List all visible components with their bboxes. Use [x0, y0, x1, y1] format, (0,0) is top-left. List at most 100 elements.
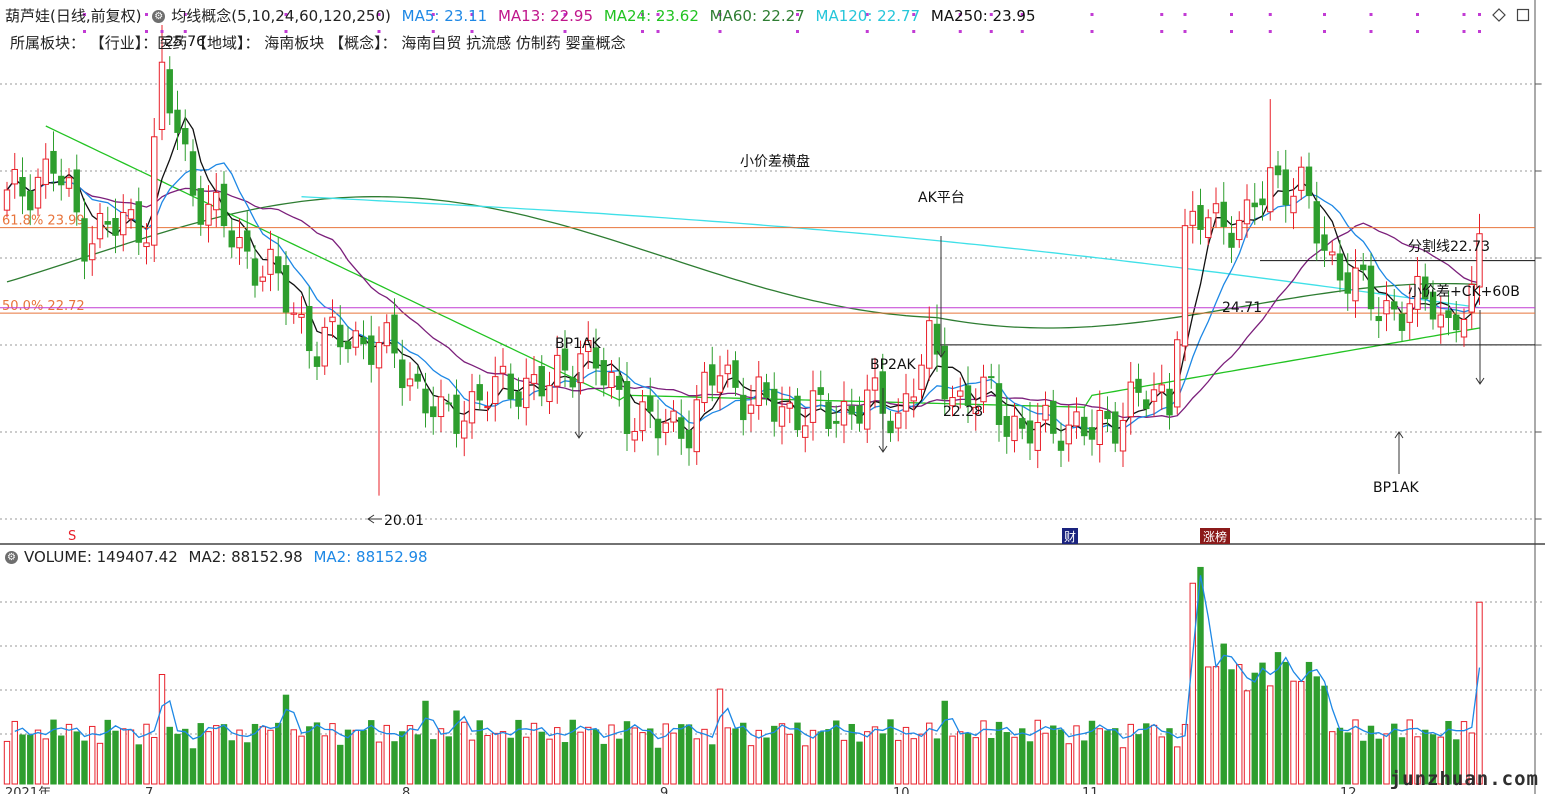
volume-settings-icon[interactable]: ⚙ [5, 551, 18, 564]
annotation-bp2ak: BP2AK [870, 357, 917, 373]
volume-bar [3, 740, 11, 785]
volume-bar [468, 739, 476, 785]
annotation-ak-platform: AK平台 [918, 190, 965, 206]
signal-dot [1462, 13, 1466, 16]
volume-bar [577, 731, 584, 785]
candle-body [27, 190, 34, 211]
candle-body [189, 151, 197, 196]
candle-body [616, 375, 623, 390]
volume-bar [461, 721, 468, 785]
maximize-icon[interactable] [1516, 8, 1530, 22]
volume-bar [313, 722, 321, 785]
volume-bar [530, 722, 538, 785]
volume-bar [290, 729, 297, 785]
candle-body [848, 405, 855, 415]
x-axis-label: 9 [660, 786, 668, 794]
volume-ma2-b: MA2: 88152.98 [313, 548, 428, 566]
volume-bar [1329, 731, 1336, 785]
arrow-low [367, 514, 382, 524]
volume-bar [120, 728, 127, 785]
signal-dot [865, 30, 869, 33]
volume-bar [693, 738, 700, 785]
candle-body [1460, 318, 1468, 338]
candle-body [104, 221, 111, 225]
volume-bar [337, 744, 344, 785]
candle-body [282, 265, 290, 313]
ma250-value: MA250: 23.95 [930, 7, 1036, 25]
candle-body [1096, 409, 1103, 446]
volume-bar [174, 733, 181, 785]
volume-bar [352, 729, 359, 785]
signal-dot [1020, 30, 1024, 33]
diamond-icon[interactable] [1492, 8, 1506, 22]
info-circle-icon[interactable]: ⚙ [152, 10, 166, 23]
fib-label: 50.0% 22.72 [2, 299, 85, 314]
volume-bar [1127, 723, 1134, 785]
candle-body [399, 359, 406, 389]
volume-bar [616, 738, 623, 785]
volume-bar [585, 726, 592, 785]
candle-body [461, 420, 468, 439]
candle-body [306, 306, 313, 352]
volume-bar [27, 734, 34, 785]
candle-body [678, 417, 685, 439]
candle-body [422, 388, 429, 414]
candle-body [1003, 416, 1010, 437]
volume-bar [96, 742, 104, 785]
candle-body [1073, 411, 1080, 427]
volume-bar [864, 731, 871, 785]
candle-body [58, 175, 65, 186]
candle-body [96, 212, 104, 240]
candle-body [1065, 424, 1072, 445]
signal-dot [431, 30, 435, 33]
signal-dot [183, 30, 187, 33]
volume-bar [19, 734, 26, 785]
candle-body [81, 218, 88, 262]
candle-body [732, 360, 739, 388]
candle-body [383, 322, 390, 347]
candle-body [701, 371, 708, 404]
kline-chart[interactable]: 61.8% 23.99 50.0% 22.72 小价差横盘 AK平台 BP1AK BP2A… [0, 0, 1545, 798]
candle-body [1081, 416, 1088, 437]
signal-dot [145, 30, 148, 33]
volume-bar [554, 727, 561, 785]
volume-bar [422, 700, 429, 785]
signal-dot [1090, 30, 1094, 33]
volume-bar [259, 726, 266, 785]
volume-bar [1104, 730, 1111, 785]
volume-bar [127, 729, 135, 785]
volume-bar [1336, 727, 1344, 785]
candle-body [499, 365, 507, 374]
candle-body [747, 404, 755, 414]
candle-body [988, 376, 995, 379]
volume-bar [910, 738, 917, 785]
candle-body [34, 176, 42, 209]
candle-body [716, 375, 724, 393]
volume-bar [42, 738, 49, 785]
candle-body [957, 390, 964, 397]
candle-body [1220, 201, 1227, 227]
volume-bar [158, 674, 166, 785]
volume-bar [399, 731, 406, 785]
volume-bar [1150, 724, 1158, 785]
volume-bar [647, 728, 654, 785]
candle-body [631, 430, 638, 441]
signal-dot [1183, 30, 1187, 33]
volume-bar [1383, 733, 1390, 785]
volume-bar [732, 728, 739, 785]
volume-bar [1003, 732, 1010, 785]
x-axis-label: 11 [1082, 786, 1099, 794]
volume-bar [724, 727, 731, 785]
volume-bar [73, 731, 80, 785]
candle-body [360, 337, 367, 345]
candle-body [763, 382, 770, 398]
candle-body [1197, 205, 1204, 230]
volume-bar [740, 722, 747, 785]
volume-bar [538, 731, 545, 785]
stock-name: 葫芦娃(日线,前复权) [5, 7, 142, 25]
candle-body [724, 364, 731, 375]
candle-body [1344, 272, 1351, 294]
volume-bar [926, 722, 933, 785]
volume-bar [817, 731, 824, 785]
volume-bar [771, 725, 778, 785]
